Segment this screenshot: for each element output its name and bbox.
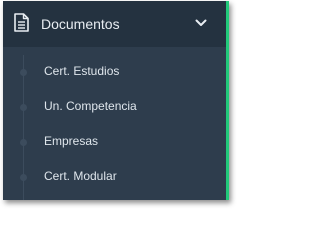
submenu-item-cert-estudios[interactable]: Cert. Estudios [3, 55, 226, 90]
sidebar-menu: Documentos Cert. Estudios Un. Competenci… [3, 1, 229, 200]
submenu-item-label: Cert. Modular [44, 169, 117, 183]
submenu-list: Cert. Estudios Un. Competencia Empresas … [3, 55, 226, 195]
active-accent-bar [226, 1, 229, 200]
menu-title: Documentos [41, 16, 120, 32]
submenu-item-un-competencia[interactable]: Un. Competencia [3, 90, 226, 125]
bullet-dot [20, 139, 27, 146]
submenu-item-label: Cert. Estudios [44, 64, 120, 78]
bullet-dot [20, 174, 27, 181]
submenu-item-label: Un. Competencia [44, 99, 137, 113]
chevron-down-icon[interactable] [195, 18, 207, 28]
document-icon [14, 13, 29, 32]
submenu-item-label: Empresas [44, 134, 99, 148]
submenu-item-empresas[interactable]: Empresas [3, 125, 226, 160]
submenu-item-cert-modular[interactable]: Cert. Modular [3, 160, 226, 195]
bullet-dot [20, 69, 27, 76]
menu-header-documentos[interactable]: Documentos [3, 1, 226, 47]
bullet-dot [20, 104, 27, 111]
